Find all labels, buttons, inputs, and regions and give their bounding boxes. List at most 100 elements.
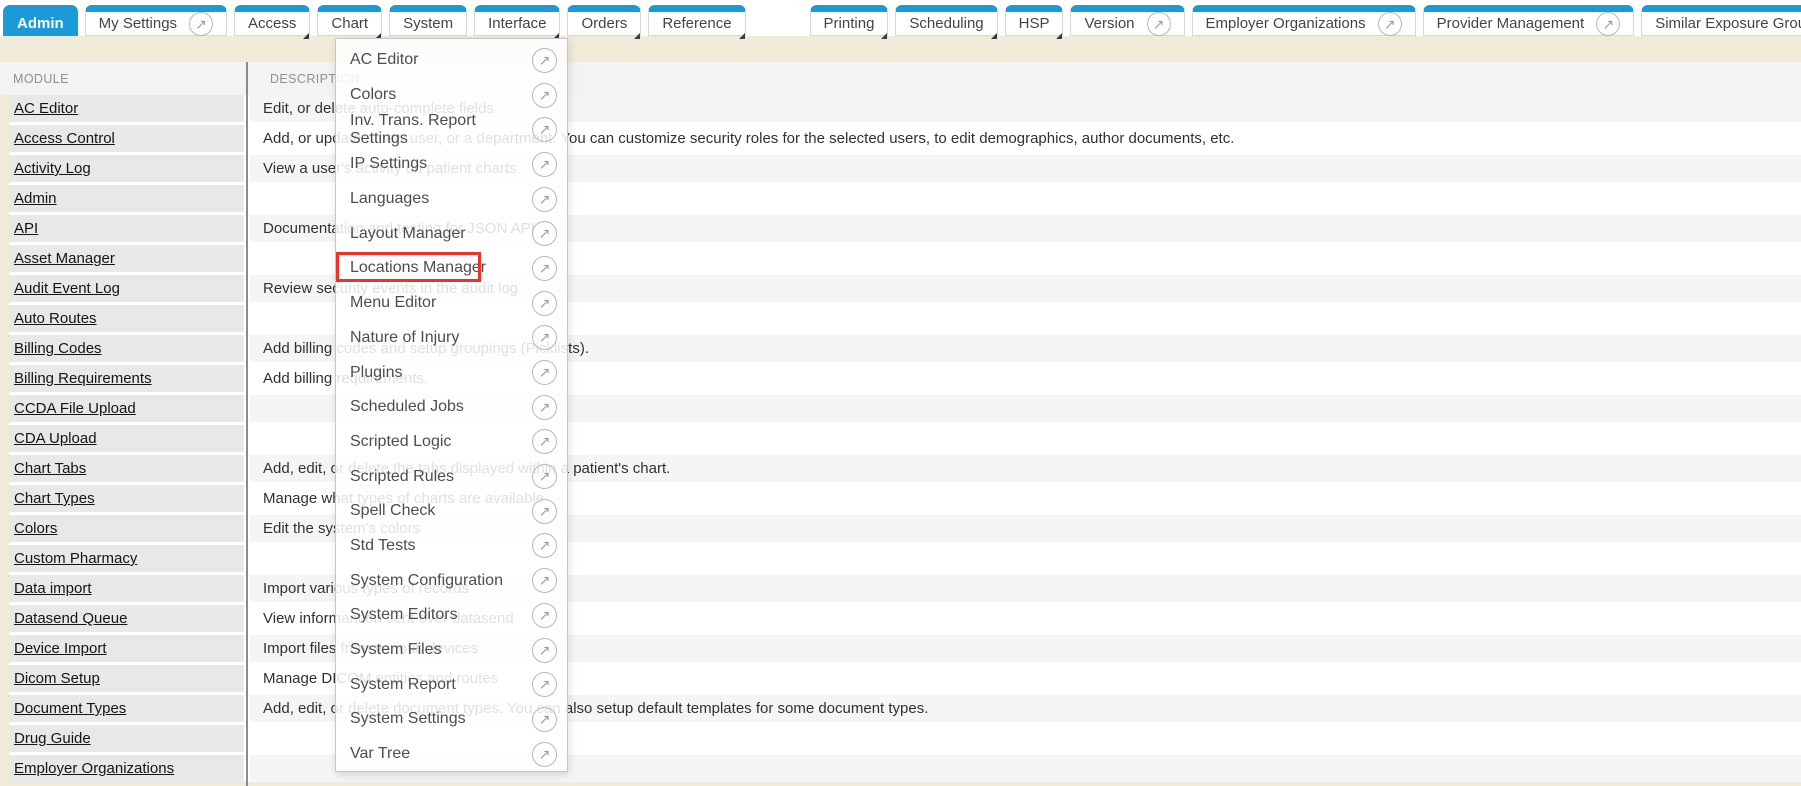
nav-tab-label: Orders	[581, 15, 627, 32]
table-row: CDA Upload	[9, 425, 1801, 452]
module-cell: Dicom Setup	[9, 665, 244, 692]
module-link[interactable]: CDA Upload	[14, 430, 97, 447]
module-link[interactable]: Device Import	[14, 640, 107, 657]
nav-tab[interactable]: Scheduling	[895, 5, 997, 36]
module-link[interactable]: Chart Types	[14, 490, 95, 507]
module-link[interactable]: Employer Organizations	[14, 760, 174, 777]
external-link-icon: ↗	[532, 464, 557, 489]
nav-tab[interactable]: Employer Organizations ↗	[1192, 5, 1416, 36]
menu-item[interactable]: Scripted Rules ↗	[336, 459, 567, 494]
module-link[interactable]: Colors	[14, 520, 57, 537]
menu-item[interactable]: Menu Editor ↗	[336, 286, 567, 321]
menu-item-label: Spell Check	[350, 502, 435, 520]
module-link[interactable]: Auto Routes	[14, 310, 97, 327]
module-link[interactable]: API	[14, 220, 38, 237]
module-cell: Employer Organizations	[9, 755, 244, 782]
module-link[interactable]: Dicom Setup	[14, 670, 100, 687]
menu-item[interactable]: Colors ↗	[336, 78, 567, 113]
nav-tab-label: My Settings	[99, 15, 177, 32]
module-cell: AC Editor	[9, 95, 244, 122]
table-body: AC Editor Edit, or delete auto-complete …	[9, 95, 1801, 782]
module-link[interactable]: Admin	[14, 190, 57, 207]
nav-tab[interactable]: Chart	[317, 5, 382, 36]
menu-item-label: System Report	[350, 676, 456, 694]
dropdown-caret-icon	[1056, 33, 1062, 39]
table-row: Dicom Setup Manage DICOM entities and ro…	[9, 665, 1801, 692]
module-link[interactable]: Asset Manager	[14, 250, 115, 267]
table-row: Admin	[9, 185, 1801, 212]
top-nav-bar: Admin My Settings ↗ Access Chart	[0, 0, 1801, 36]
external-link-icon: ↗	[1596, 12, 1620, 36]
menu-item[interactable]: Layout Manager ↗	[336, 216, 567, 251]
module-link[interactable]: CCDA File Upload	[14, 400, 136, 417]
module-cell: CCDA File Upload	[9, 395, 244, 422]
external-link-icon: ↗	[532, 742, 557, 767]
module-link[interactable]: Custom Pharmacy	[14, 550, 137, 567]
module-link[interactable]: Access Control	[14, 130, 115, 147]
menu-item[interactable]: Var Tree ↗	[336, 737, 567, 772]
menu-item[interactable]: System Configuration ↗	[336, 563, 567, 598]
menu-item[interactable]: Spell Check ↗	[336, 494, 567, 529]
nav-tab[interactable]: HSP	[1005, 5, 1064, 36]
module-link[interactable]: Billing Codes	[14, 340, 102, 357]
external-link-icon: ↗	[532, 117, 557, 142]
menu-item[interactable]: Languages ↗	[336, 182, 567, 217]
menu-item[interactable]: Scheduled Jobs ↗	[336, 390, 567, 425]
menu-item[interactable]: Inv. Trans. Report Settings ↗	[336, 112, 567, 147]
nav-tab[interactable]: Provider Management ↗	[1423, 5, 1635, 36]
nav-tab[interactable]: Admin	[3, 5, 78, 36]
module-cell: Chart Types	[9, 485, 244, 512]
table-row: Billing Codes Add billing codes and setu…	[9, 335, 1801, 362]
nav-tab[interactable]: Interface	[474, 5, 560, 36]
menu-item[interactable]: Locations Manager ↗	[336, 251, 567, 286]
nav-tab[interactable]: System	[389, 5, 467, 36]
menu-item-label: Var Tree	[350, 745, 410, 763]
external-link-icon: ↗	[532, 533, 557, 558]
menu-item[interactable]: Plugins ↗	[336, 355, 567, 390]
table-row: Access Control Add, or update a new user…	[9, 125, 1801, 152]
nav-tab[interactable]: Orders	[567, 5, 641, 36]
module-cell: Asset Manager	[9, 245, 244, 272]
module-column-header: MODULE	[0, 72, 250, 86]
menu-item-label: Plugins	[350, 364, 402, 382]
module-link[interactable]: Data import	[14, 580, 92, 597]
module-link[interactable]: AC Editor	[14, 100, 78, 117]
module-cell: Custom Pharmacy	[9, 545, 244, 572]
menu-item[interactable]: IP Settings ↗	[336, 147, 567, 182]
table-row: Billing Requirements Add billing require…	[9, 365, 1801, 392]
module-link[interactable]: Audit Event Log	[14, 280, 120, 297]
menu-item[interactable]: Scripted Logic ↗	[336, 425, 567, 460]
table-row: Custom Pharmacy	[9, 545, 1801, 572]
nav-tab[interactable]: Printing	[810, 5, 889, 36]
module-link[interactable]: Datasend Queue	[14, 610, 127, 627]
menu-item-label: IP Settings	[350, 155, 427, 173]
menu-item-label: Scripted Logic	[350, 433, 451, 451]
menu-item[interactable]: Std Tests ↗	[336, 529, 567, 564]
nav-tab-label: Printing	[824, 15, 875, 32]
menu-item-label: Inv. Trans. Report Settings	[350, 112, 532, 148]
nav-tab[interactable]: My Settings ↗	[85, 5, 227, 36]
module-link[interactable]: Billing Requirements	[14, 370, 152, 387]
menu-item[interactable]: System Settings ↗	[336, 702, 567, 737]
nav-tab[interactable]: Similar Exposure Groups (SEGs) ↗	[1641, 5, 1801, 36]
table-row: Document Types Add, edit, or delete docu…	[9, 695, 1801, 722]
menu-item-label: Scripted Rules	[350, 468, 454, 486]
menu-item[interactable]: AC Editor ↗	[336, 43, 567, 78]
table-row: CCDA File Upload	[9, 395, 1801, 422]
menu-item-label: System Editors	[350, 606, 458, 624]
menu-item[interactable]: System Report ↗	[336, 667, 567, 702]
module-link[interactable]: Drug Guide	[14, 730, 91, 747]
nav-tab[interactable]: Reference	[648, 5, 745, 36]
module-link[interactable]: Activity Log	[14, 160, 91, 177]
nav-tab[interactable]: Version ↗	[1070, 5, 1184, 36]
menu-item[interactable]: System Editors ↗	[336, 598, 567, 633]
menu-item[interactable]: System Files ↗	[336, 633, 567, 668]
module-link[interactable]: Chart Tabs	[14, 460, 86, 477]
module-link[interactable]: Document Types	[14, 700, 126, 717]
external-link-icon: ↗	[532, 221, 557, 246]
menu-item[interactable]: Nature of Injury ↗	[336, 321, 567, 356]
nav-tab[interactable]: Access	[234, 5, 310, 36]
menu-item-label: Scheduled Jobs	[350, 398, 464, 416]
external-link-icon: ↗	[532, 256, 557, 281]
module-cell: Admin	[9, 185, 244, 212]
